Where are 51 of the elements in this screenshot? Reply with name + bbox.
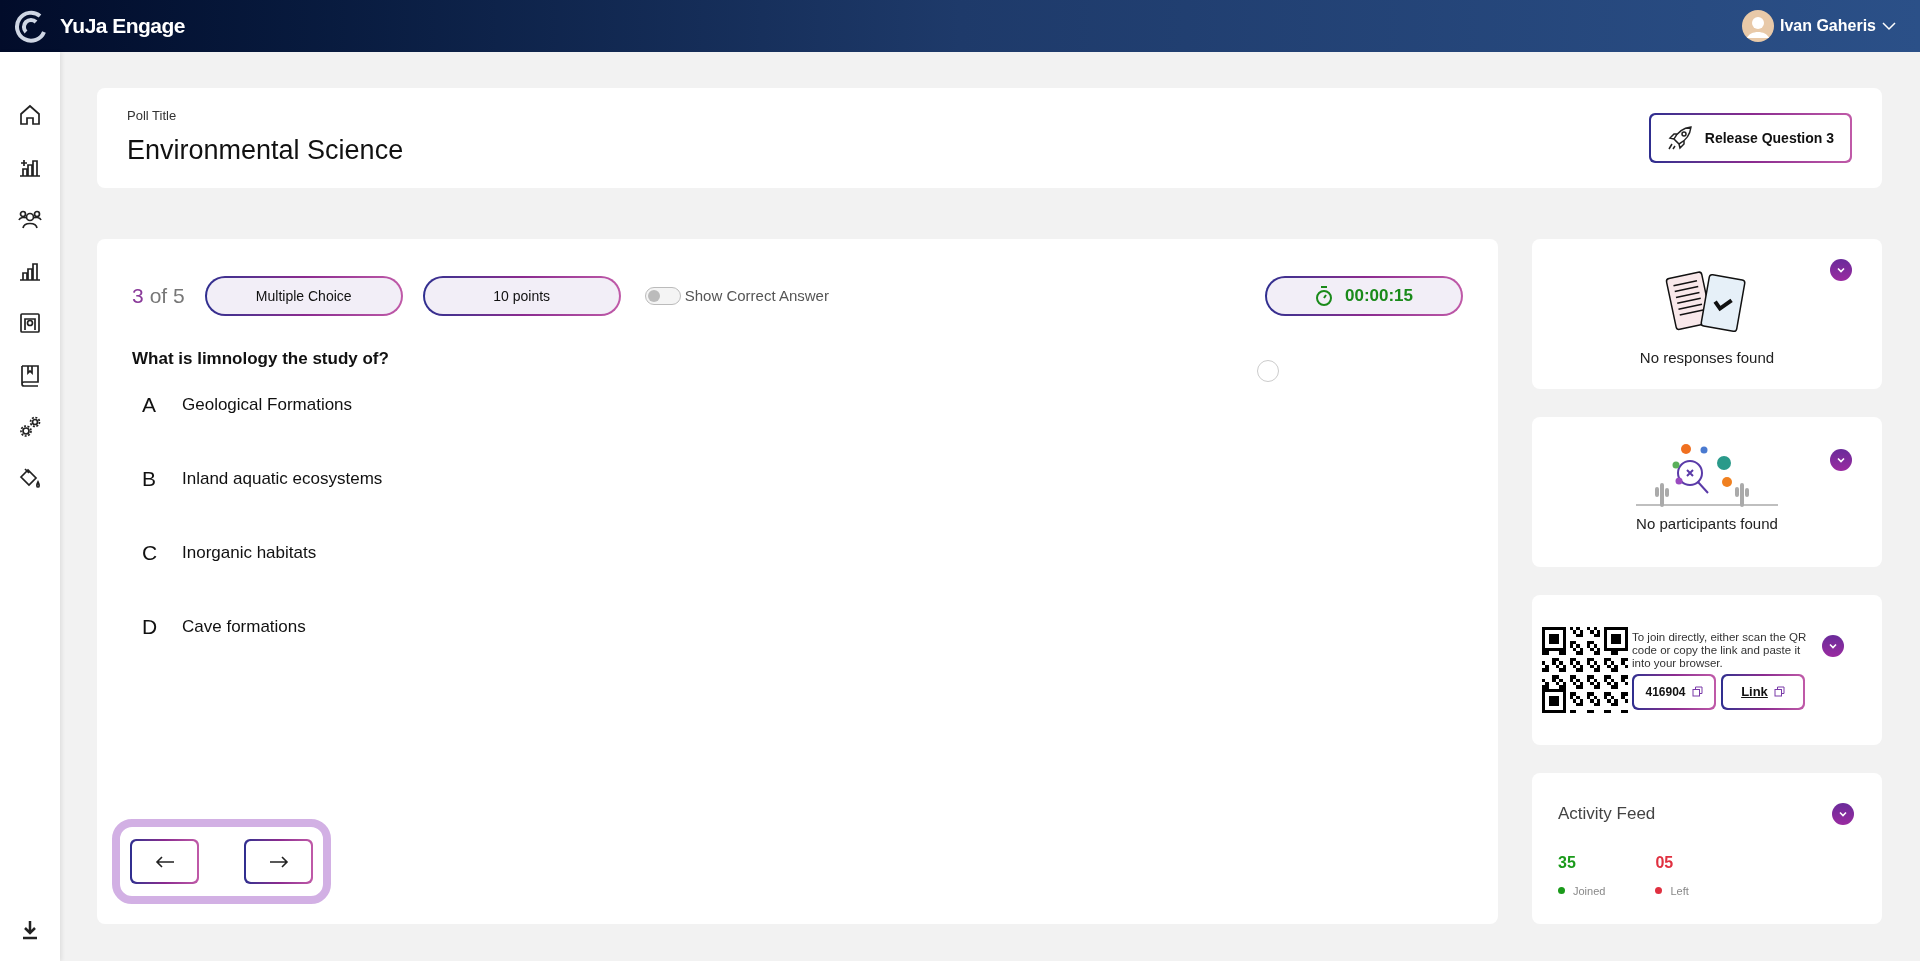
home-icon[interactable] — [17, 102, 43, 128]
picture-frame-icon[interactable] — [17, 310, 43, 336]
copy-icon — [1691, 686, 1703, 697]
empty-message: No responses found — [1639, 347, 1775, 368]
previous-button[interactable] — [130, 839, 199, 884]
link-copy-button[interactable]: Link — [1721, 673, 1805, 710]
stat-label: Joined — [1573, 883, 1606, 899]
timer-pill: 00:00:15 — [1265, 276, 1463, 316]
question-number: 3 — [132, 283, 144, 310]
activity-title: Activity Feed — [1558, 803, 1656, 825]
question-type-pill: Multiple Choice — [204, 276, 403, 316]
option-letter: C — [142, 539, 159, 566]
stat-value: 05 — [1655, 852, 1675, 873]
code-copy-button[interactable]: 416904 — [1632, 673, 1716, 710]
option-letter: B — [142, 465, 157, 492]
brand-name: YuJa Engage — [60, 13, 185, 40]
arrow-left-icon — [154, 854, 175, 869]
toggle-switch[interactable] — [644, 287, 681, 305]
option-text: Inorganic habitats — [182, 541, 317, 564]
next-button[interactable] — [244, 839, 313, 884]
avatar-icon — [1741, 10, 1774, 42]
chevron-down-icon — [1836, 265, 1846, 275]
stat-value: 35 — [1558, 852, 1577, 873]
caret-icon — [1882, 21, 1896, 31]
poll-label: Poll Title — [127, 107, 178, 125]
points-pill: 10 points — [422, 276, 621, 316]
expand-button[interactable] — [1822, 635, 1844, 657]
empty-message: No participants found — [1636, 513, 1778, 534]
rocket-icon — [1666, 125, 1693, 151]
stat-label: Left — [1670, 883, 1689, 899]
expand-button[interactable] — [1832, 802, 1854, 825]
user-menu[interactable]: Ivan Gaheris — [1741, 10, 1896, 42]
option-letter: D — [142, 613, 159, 640]
option-letter: A — [142, 391, 157, 418]
option-text: Inland aquatic ecosystems — [182, 467, 383, 490]
chevron-down-icon — [1828, 641, 1838, 651]
option-text: Cave formations — [182, 615, 306, 638]
join-instructions: To join directly, either scan the QR code or copy the link and paste it into your browser. — [1632, 630, 1808, 670]
gears-icon[interactable] — [17, 414, 43, 440]
chevron-down-icon — [1836, 455, 1846, 465]
release-question-button[interactable]: Release Question 3 — [1648, 113, 1852, 163]
expand-button[interactable] — [1830, 449, 1852, 471]
toggle-label: Show Correct Answer — [684, 285, 829, 306]
question-text: What is limnology the study of? — [132, 348, 389, 370]
stopwatch-icon — [1314, 285, 1333, 307]
poll-title: Environmental Science — [127, 133, 404, 167]
expand-button[interactable] — [1830, 259, 1852, 281]
arrow-right-icon — [268, 854, 289, 869]
option-text: Geological Formations — [182, 393, 353, 416]
question-count: of 5 — [149, 283, 185, 310]
copy-icon — [1773, 686, 1785, 697]
